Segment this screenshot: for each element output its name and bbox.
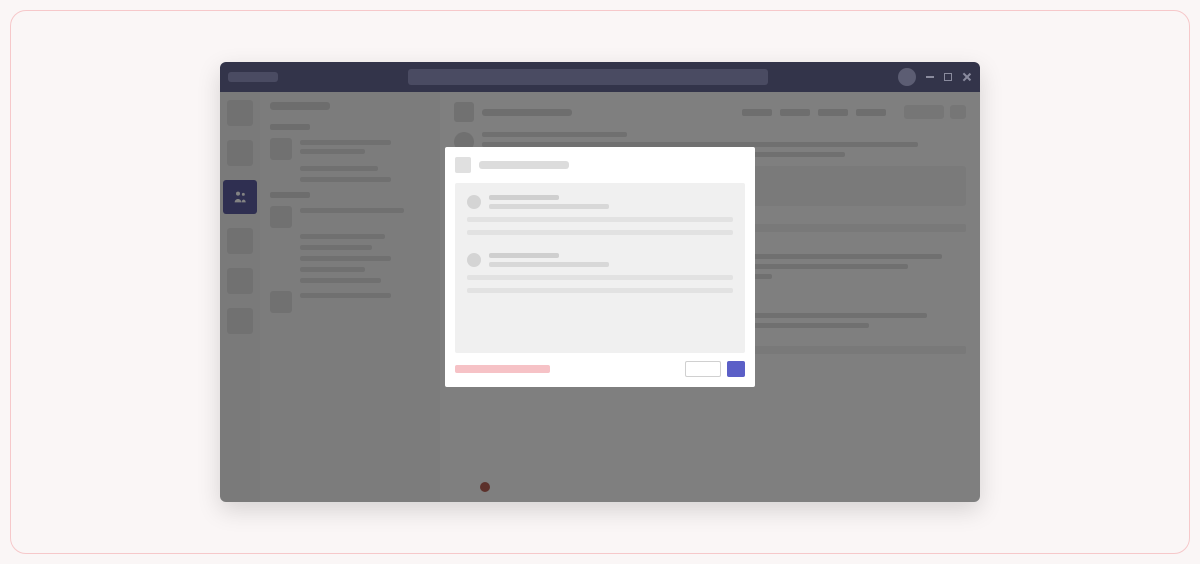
minimize-icon[interactable] (926, 76, 934, 78)
confirm-button[interactable] (727, 361, 745, 377)
dialog-body (455, 183, 745, 353)
dialog-header (455, 157, 745, 173)
footer-status-bar (455, 365, 550, 373)
item-detail-line (467, 230, 733, 235)
task-module-dialog (445, 147, 755, 387)
close-icon[interactable] (962, 72, 972, 82)
app-menu-placeholder[interactable] (228, 72, 278, 82)
item-avatar-icon (467, 195, 481, 209)
dialog-app-icon (455, 157, 471, 173)
dialog-title (479, 161, 569, 169)
item-subtitle (489, 262, 609, 267)
item-detail-line (467, 217, 733, 222)
item-avatar-icon (467, 253, 481, 267)
app-body (220, 92, 980, 502)
item-detail-line (467, 288, 733, 293)
titlebar (220, 62, 980, 92)
app-window (220, 62, 980, 502)
search-input[interactable] (408, 69, 768, 85)
showcase-frame (10, 10, 1190, 554)
titlebar-right (898, 68, 972, 86)
dialog-list-item[interactable] (467, 195, 733, 235)
item-title (489, 195, 559, 200)
item-subtitle (489, 204, 609, 209)
dialog-footer (455, 361, 745, 377)
window-controls (926, 72, 972, 82)
cancel-button[interactable] (685, 361, 721, 377)
item-detail-line (467, 275, 733, 280)
user-avatar[interactable] (898, 68, 916, 86)
dialog-list-item[interactable] (467, 253, 733, 293)
maximize-icon[interactable] (944, 73, 952, 81)
item-title (489, 253, 559, 258)
